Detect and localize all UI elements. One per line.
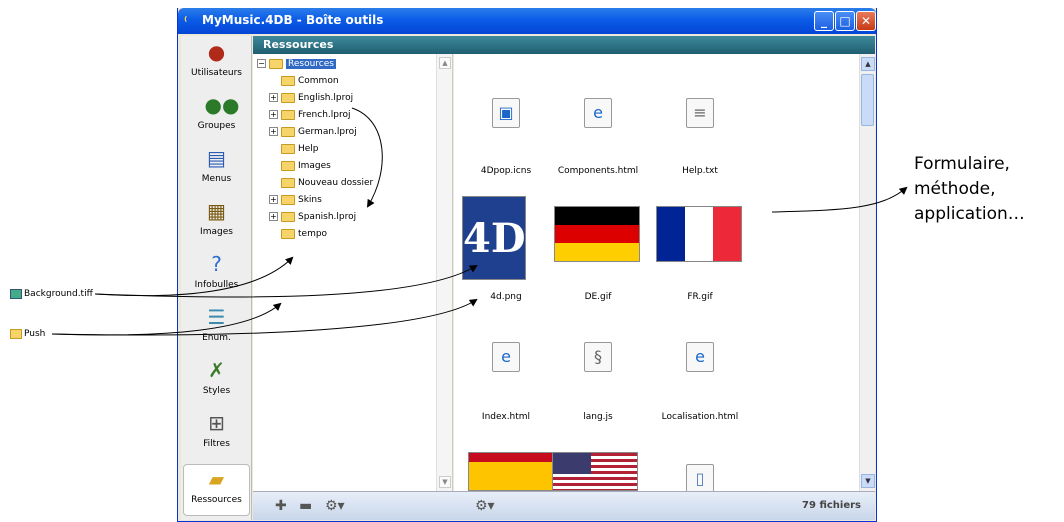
arrow-background-to-grid xyxy=(94,264,478,298)
arrow-push-to-tree xyxy=(51,302,282,336)
annotation-arrows xyxy=(51,107,908,336)
arrow-background-to-tree xyxy=(94,256,294,297)
arrow-fr-to-callout xyxy=(771,186,908,213)
arrow-english-to-skins xyxy=(351,107,383,208)
arrow-push-to-grid xyxy=(51,298,478,336)
